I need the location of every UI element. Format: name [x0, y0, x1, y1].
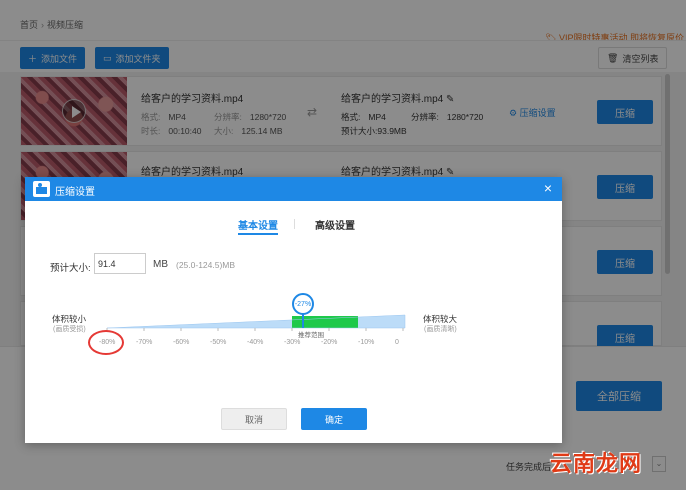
- recommended-range-label: 推荐范围: [298, 332, 324, 339]
- recommended-range: [292, 316, 358, 328]
- annotation-circle: [88, 330, 124, 355]
- watermark-logo: 云南龙网: [550, 451, 643, 476]
- cancel-button[interactable]: 取消: [221, 408, 287, 430]
- slider-tick-label: -20%: [321, 339, 338, 346]
- compress-settings-dialog: 压缩设置 × 基本设置 高级设置 预计大小: MB (25.0-124.5)MB…: [25, 177, 562, 443]
- slider-tick-label: -60%: [173, 339, 190, 346]
- slider-tick-label: -50%: [210, 339, 227, 346]
- slider-tick-label: -30%: [284, 339, 301, 346]
- slider-tick-label: 0: [395, 339, 399, 346]
- slider-tick-label: -70%: [136, 339, 153, 346]
- slider-tick-label: -40%: [247, 339, 264, 346]
- slider-tick-label: -10%: [358, 339, 375, 346]
- slider-handle-badge[interactable]: -27%: [292, 293, 314, 315]
- confirm-button[interactable]: 确定: [301, 408, 367, 430]
- tick-marks: [106, 328, 404, 331]
